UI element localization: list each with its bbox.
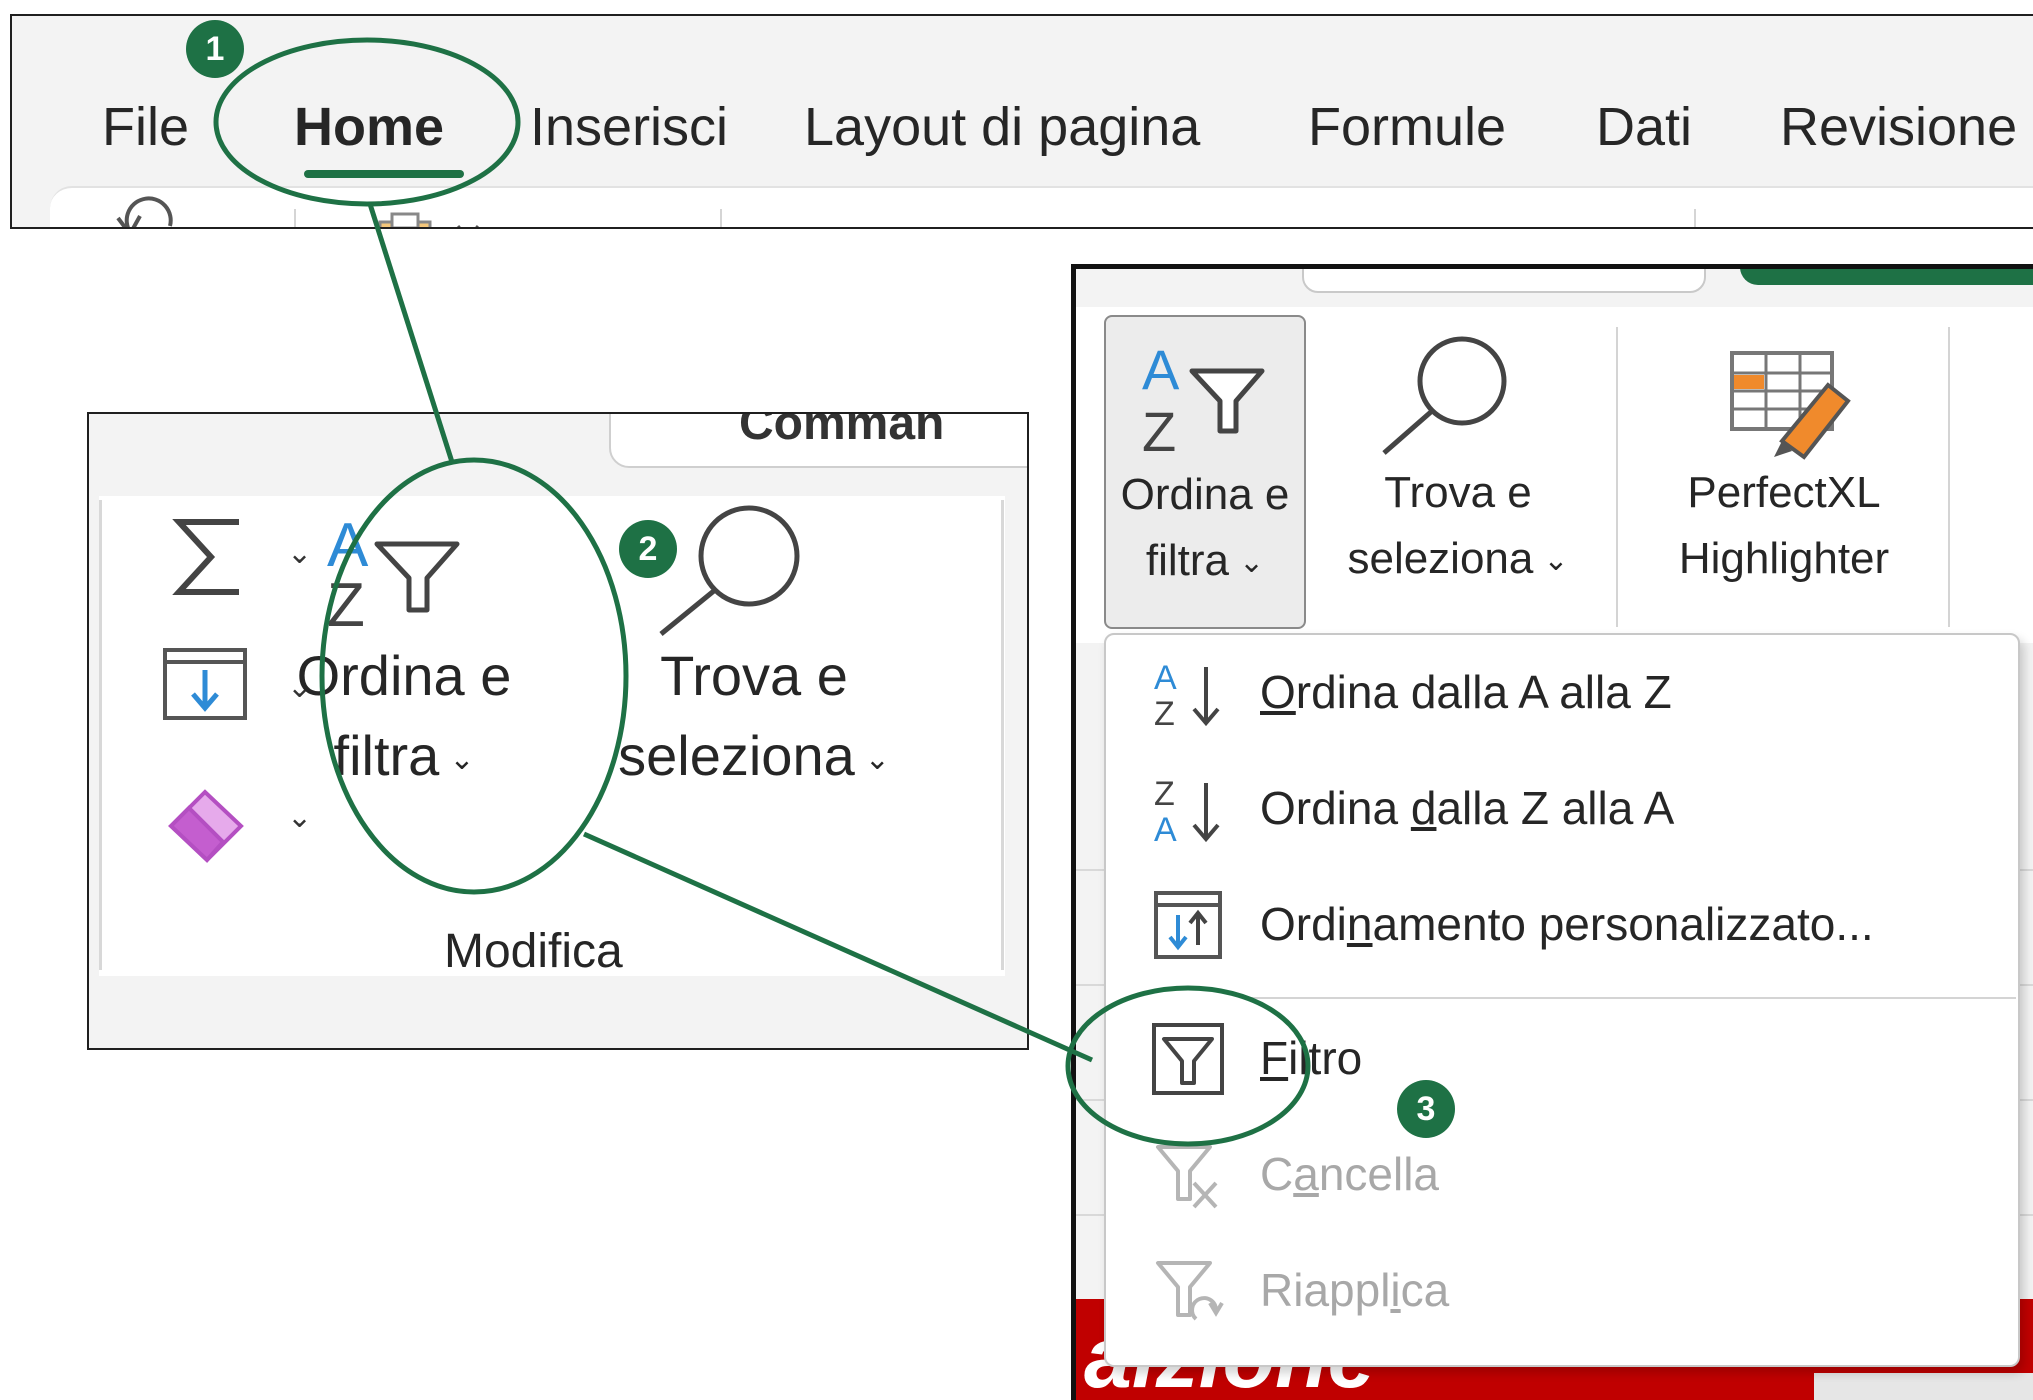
clear-filter-icon bbox=[1156, 1145, 1218, 1209]
mnemonic-letter: d bbox=[1410, 782, 1437, 834]
autosum-icon[interactable] bbox=[169, 512, 249, 602]
menu-item-label: Ordinamento personalizzato... bbox=[1260, 898, 1874, 950]
find-select-label-2: seleziona bbox=[618, 724, 855, 787]
eraser-icon[interactable] bbox=[161, 776, 251, 866]
sort-filter-dropdown: A Z Ordina dalla A alla Z Z A Ordina dal… bbox=[1104, 633, 2020, 1367]
find-select-label-1: Trova e bbox=[660, 644, 848, 707]
ribbon-separator bbox=[1616, 327, 1618, 627]
menu-item-label: Filtro bbox=[1260, 1032, 1363, 1084]
menu-item-filter[interactable]: Filtro bbox=[1106, 1001, 2016, 1117]
partial-text: Comman bbox=[739, 412, 945, 450]
chevron-down-icon: ⌄ bbox=[864, 743, 890, 777]
find-select-label-2-row: seleziona ⌄ bbox=[1308, 527, 1608, 593]
svg-text:Z: Z bbox=[1154, 695, 1175, 731]
accent-bar bbox=[1740, 269, 2033, 285]
ribbon-separator bbox=[1948, 327, 1950, 627]
chevron-down-icon: ⌄ bbox=[1543, 544, 1569, 578]
chevron-down-icon: ⌄ bbox=[1238, 546, 1265, 580]
svg-text:Z: Z bbox=[1154, 775, 1175, 813]
ribbon-body-sliver bbox=[50, 186, 2033, 227]
svg-text:Z: Z bbox=[1142, 400, 1176, 463]
search-icon bbox=[659, 505, 800, 636]
tab-home[interactable]: Home bbox=[294, 96, 444, 158]
modifica-group-panel: Comman ⌄ ⌄ ⌄ A Z Ordina e filtra ⌄ Trova … bbox=[87, 412, 1029, 1050]
custom-sort-icon bbox=[1154, 891, 1222, 959]
sort-filter-menu-panel: A Z Ordina e filtra ⌄ Trova e seleziona ⌄ … bbox=[1071, 264, 2033, 1400]
mnemonic-letter: a bbox=[1293, 1148, 1319, 1200]
mnemonic-letter: F bbox=[1260, 1032, 1289, 1084]
find-select-button[interactable]: Trova e seleziona ⌄ bbox=[1308, 315, 1608, 629]
sort-filter-label-2-row: filtra ⌄ bbox=[269, 714, 539, 802]
sort-filter-label-1: Ordina e bbox=[296, 644, 512, 707]
filter-icon bbox=[1152, 1023, 1224, 1095]
sort-filter-label-2-row: filtra ⌄ bbox=[1106, 529, 1304, 595]
tab-layout-di-pagina[interactable]: Layout di pagina bbox=[804, 96, 1200, 158]
fill-down-icon[interactable] bbox=[161, 646, 251, 726]
svg-text:Z: Z bbox=[327, 571, 365, 634]
menu-item-label: Ordina dalla A alla Z bbox=[1260, 666, 1672, 718]
addin-label-2: Highlighter bbox=[1678, 534, 1890, 583]
styles-box[interactable] bbox=[1302, 269, 1706, 293]
menu-item-clear[interactable]: Cancella bbox=[1106, 1117, 2016, 1233]
sort-filter-label-2: filtra bbox=[333, 724, 440, 787]
menu-item-sort-az[interactable]: A Z Ordina dalla A alla Z bbox=[1106, 635, 2016, 751]
find-select-label-2: seleziona bbox=[1347, 534, 1534, 583]
ribbon-tabs-panel: File Home Inserisci Layout di pagina For… bbox=[10, 14, 2033, 229]
svg-text:A: A bbox=[1154, 659, 1177, 697]
sheet-cell bbox=[1814, 1373, 2033, 1400]
menu-item-label: Ordina dalla Z alla A bbox=[1260, 782, 1675, 834]
active-tab-indicator bbox=[304, 170, 464, 178]
highlighter-icon bbox=[1730, 351, 1851, 460]
paste-icon[interactable] bbox=[372, 206, 482, 229]
menu-item-reapply[interactable]: Riapplica bbox=[1106, 1233, 2016, 1349]
menu-item-sort-za[interactable]: Z A Ordina dalla Z alla A bbox=[1106, 751, 2016, 867]
sort-filter-label-2: filtra bbox=[1145, 536, 1229, 585]
menu-item-label: Cancella bbox=[1260, 1148, 1440, 1200]
sort-filter-icon: A Z bbox=[1142, 338, 1265, 463]
group-left-border bbox=[99, 500, 102, 970]
mnemonic-letter: i bbox=[1390, 1264, 1401, 1316]
ribbon-separator bbox=[720, 209, 722, 227]
group-right-border bbox=[1001, 500, 1004, 970]
ribbon-separator bbox=[1694, 209, 1696, 227]
undo-icon[interactable] bbox=[110, 196, 190, 229]
addin-label-1: PerfectXL bbox=[1687, 468, 1881, 517]
menu-separator bbox=[1246, 997, 2016, 999]
svg-text:A: A bbox=[1142, 338, 1180, 401]
tab-inserisci[interactable]: Inserisci bbox=[530, 96, 728, 158]
step-badge-1: 1 bbox=[186, 20, 244, 78]
group-name: Modifica bbox=[444, 925, 623, 978]
find-select-label-2-row: seleziona ⌄ bbox=[589, 714, 919, 802]
find-select-label-1: Trova e bbox=[1384, 468, 1532, 517]
perfectxl-highlighter-button[interactable]: PerfectXL Highlighter bbox=[1624, 315, 1944, 629]
sort-filter-button[interactable]: A Z Ordina e filtra ⌄ bbox=[269, 514, 539, 814]
sort-filter-button-pressed[interactable]: A Z Ordina e filtra ⌄ bbox=[1104, 315, 1306, 629]
tab-dati[interactable]: Dati bbox=[1596, 96, 1692, 158]
menu-item-label: Riapplica bbox=[1260, 1264, 1450, 1316]
chevron-down-icon: ⌄ bbox=[449, 743, 475, 777]
tab-file[interactable]: File bbox=[102, 96, 189, 158]
sort-filter-label-1: Ordina e bbox=[1120, 470, 1290, 519]
step-badge-2: 2 bbox=[619, 520, 677, 578]
tab-revisione[interactable]: Revisione bbox=[1780, 96, 2017, 158]
sort-filter-icon: A Z bbox=[327, 514, 460, 634]
mnemonic-letter: O bbox=[1260, 666, 1296, 718]
sort-az-icon: A Z bbox=[1154, 659, 1220, 731]
sort-za-icon: Z A bbox=[1154, 775, 1220, 847]
menu-item-custom-sort[interactable]: Ordinamento personalizzato... bbox=[1106, 867, 2016, 983]
ribbon-separator bbox=[294, 209, 296, 227]
search-icon bbox=[1382, 336, 1507, 455]
step-badge-3: 3 bbox=[1397, 1080, 1455, 1138]
mnemonic-letter: n bbox=[1346, 898, 1373, 950]
tab-formule[interactable]: Formule bbox=[1308, 96, 1506, 158]
reapply-icon bbox=[1156, 1261, 1224, 1321]
svg-text:A: A bbox=[1154, 811, 1177, 847]
